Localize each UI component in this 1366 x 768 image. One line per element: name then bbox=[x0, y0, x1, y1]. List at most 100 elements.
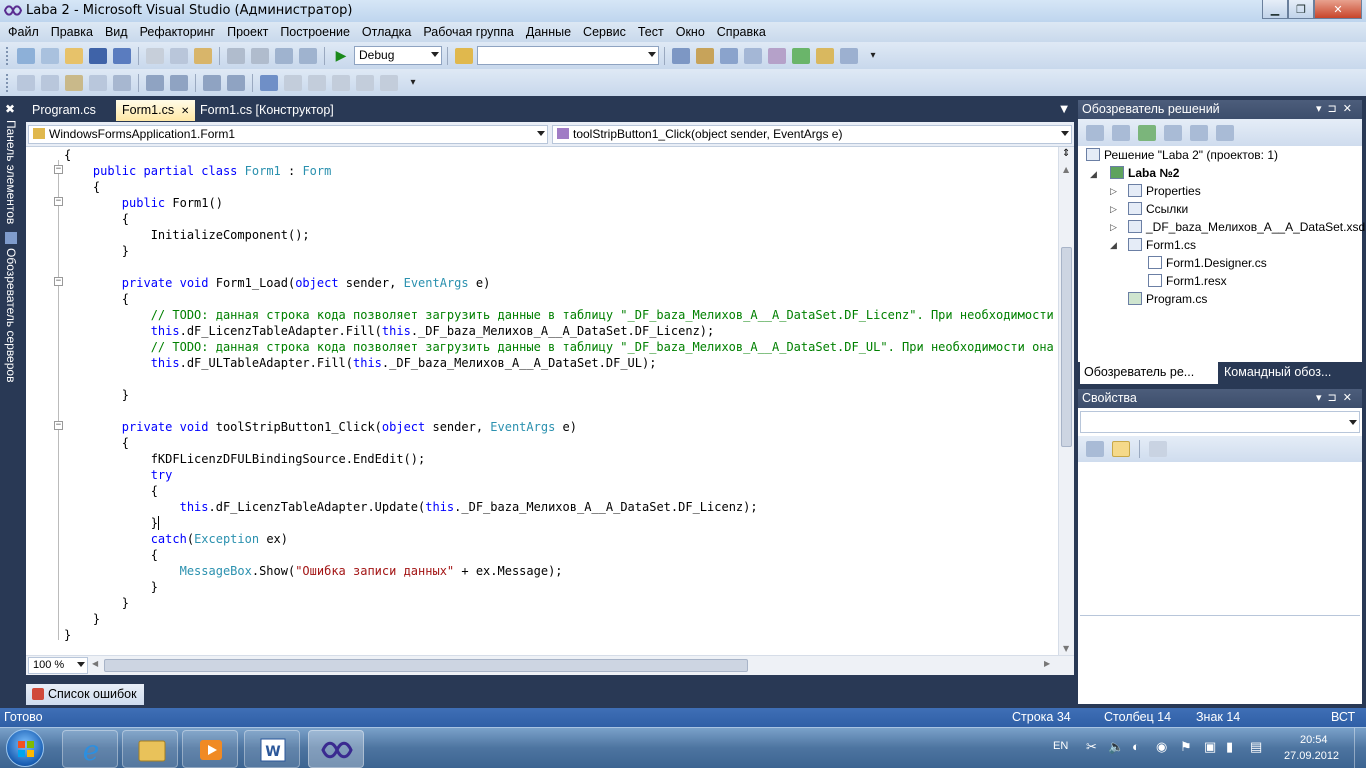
network-icon[interactable]: ◉ bbox=[1156, 739, 1167, 755]
visual-studio-taskbar-icon[interactable] bbox=[308, 730, 364, 768]
tab-list-dropdown-icon[interactable]: ▼ bbox=[1060, 104, 1068, 115]
member-dropdown[interactable]: toolStripButton1_Click(object sender, Ev… bbox=[552, 125, 1072, 144]
device-icon[interactable]: ▣ bbox=[1204, 739, 1216, 755]
decrease-indent-icon[interactable] bbox=[146, 74, 164, 91]
tray-tool-icon[interactable]: ✂ bbox=[1086, 739, 1097, 755]
toolbox-tab-icon[interactable]: ✖ bbox=[5, 102, 15, 116]
start-page-icon[interactable] bbox=[792, 47, 810, 64]
object-browser-icon[interactable] bbox=[720, 47, 738, 64]
server-explorer-tab-icon[interactable] bbox=[5, 232, 17, 244]
error-list-tab[interactable]: Список ошибок bbox=[26, 684, 144, 705]
toolbar-grip[interactable] bbox=[6, 73, 9, 92]
new-project-icon[interactable] bbox=[17, 47, 35, 64]
properties-window-icon[interactable] bbox=[696, 47, 714, 64]
view-designer-icon[interactable] bbox=[1190, 124, 1208, 141]
save-icon[interactable] bbox=[89, 47, 107, 64]
tree-item-program-cs[interactable]: Program.cs bbox=[1128, 292, 1207, 306]
close-tab-icon[interactable]: ✕ bbox=[181, 106, 189, 117]
class-diagram-icon[interactable] bbox=[1216, 124, 1234, 141]
next-bookmark-folder-icon[interactable] bbox=[356, 74, 374, 91]
previous-bookmark-folder-icon[interactable] bbox=[332, 74, 350, 91]
zoom-select[interactable]: 100 % bbox=[28, 657, 88, 674]
start-debugging-icon[interactable]: ▶ bbox=[332, 48, 350, 64]
extension-icon[interactable] bbox=[816, 47, 834, 64]
toolbox-tab[interactable]: Панель элементов bbox=[4, 120, 18, 224]
uncomment-lines-icon[interactable] bbox=[227, 74, 245, 91]
collapsed-arrow-icon[interactable]: ▷ bbox=[1110, 205, 1117, 215]
tree-item-references[interactable]: Ссылки bbox=[1128, 202, 1188, 216]
language-indicator[interactable]: EN bbox=[1053, 740, 1068, 752]
refresh-icon[interactable] bbox=[1138, 124, 1156, 141]
find-combo[interactable] bbox=[477, 46, 659, 65]
redo-icon[interactable] bbox=[251, 47, 269, 64]
parameter-info-icon[interactable] bbox=[41, 74, 59, 91]
vertical-scroll-thumb[interactable] bbox=[1061, 247, 1072, 447]
next-bookmark-icon[interactable] bbox=[308, 74, 326, 91]
object-select[interactable] bbox=[1080, 411, 1360, 433]
property-pages-icon[interactable] bbox=[1149, 441, 1167, 457]
tree-project[interactable]: Laba №2 bbox=[1110, 166, 1179, 180]
undo-icon[interactable] bbox=[227, 47, 245, 64]
tree-item-form1-resx[interactable]: Form1.resx bbox=[1148, 274, 1227, 288]
toolbar-options-icon[interactable]: ▾ bbox=[404, 75, 422, 91]
menu-file[interactable]: Файл bbox=[2, 25, 45, 39]
menu-build[interactable]: Построение bbox=[274, 25, 356, 39]
object-members-icon[interactable] bbox=[17, 74, 35, 91]
open-file-icon[interactable] bbox=[65, 47, 83, 64]
menu-team[interactable]: Рабочая группа bbox=[417, 25, 520, 39]
menu-debug[interactable]: Отладка bbox=[356, 25, 417, 39]
server-explorer-tab[interactable]: Обозреватель серверов bbox=[4, 248, 18, 382]
signal-icon[interactable]: ▮ bbox=[1226, 739, 1233, 755]
tab-program-cs[interactable]: Program.cs bbox=[26, 100, 102, 121]
tools-icon[interactable] bbox=[768, 47, 786, 64]
menu-help[interactable]: Справка bbox=[711, 25, 772, 39]
menu-project[interactable]: Проект bbox=[221, 25, 274, 39]
increase-indent-icon[interactable] bbox=[170, 74, 188, 91]
expanded-arrow-icon[interactable]: ◢ bbox=[1090, 170, 1097, 180]
copy-icon[interactable] bbox=[170, 47, 188, 64]
collapse-region-icon[interactable]: − bbox=[54, 165, 63, 174]
alphabetical-icon[interactable] bbox=[1112, 441, 1130, 457]
menu-view[interactable]: Вид bbox=[99, 25, 134, 39]
toolbar-options-icon[interactable]: ▾ bbox=[864, 48, 882, 64]
collapsed-arrow-icon[interactable]: ▷ bbox=[1110, 187, 1117, 197]
tree-solution[interactable]: Решение "Laba 2" (проектов: 1) bbox=[1086, 148, 1278, 162]
close-window-button[interactable]: ✕ bbox=[1314, 0, 1362, 19]
split-icon[interactable]: ⇕ bbox=[1062, 148, 1070, 159]
action-center-flag-icon[interactable]: ⚑ bbox=[1180, 739, 1192, 755]
find-in-files-icon[interactable] bbox=[455, 47, 473, 64]
tree-item-form1-designer[interactable]: Form1.Designer.cs bbox=[1148, 256, 1267, 270]
comment-lines-icon[interactable] bbox=[203, 74, 221, 91]
menu-data[interactable]: Данные bbox=[520, 25, 577, 39]
navigate-forward-icon[interactable] bbox=[299, 47, 317, 64]
menu-window[interactable]: Окно bbox=[670, 25, 711, 39]
tree-item-form1-cs[interactable]: Form1.cs bbox=[1128, 238, 1196, 252]
horizontal-scroll-thumb[interactable] bbox=[104, 659, 748, 672]
quick-info-icon[interactable] bbox=[65, 74, 83, 91]
scroll-right-icon[interactable]: ▶ bbox=[1044, 659, 1050, 668]
tree-item-dataset[interactable]: _DF_baza_Мелихов_А__А_DataSet.xsd bbox=[1128, 220, 1365, 234]
collapse-region-icon[interactable]: − bbox=[54, 421, 63, 430]
toggle-bookmark-icon[interactable] bbox=[260, 74, 278, 91]
properties-icon[interactable] bbox=[1086, 124, 1104, 141]
start-button[interactable] bbox=[6, 729, 44, 767]
save-all-icon[interactable] bbox=[113, 47, 131, 64]
clear-bookmarks-icon[interactable] bbox=[380, 74, 398, 91]
explorer-taskbar-icon[interactable] bbox=[122, 730, 178, 768]
tree-item-properties[interactable]: Properties bbox=[1128, 184, 1201, 198]
expanded-arrow-icon[interactable]: ◢ bbox=[1110, 241, 1117, 251]
previous-bookmark-icon[interactable] bbox=[284, 74, 302, 91]
menu-tools[interactable]: Сервис bbox=[577, 25, 632, 39]
paste-icon[interactable] bbox=[194, 47, 212, 64]
solution-explorer-icon[interactable] bbox=[672, 47, 690, 64]
tab-solution-explorer[interactable]: Обозреватель ре... bbox=[1080, 362, 1218, 384]
command-window-icon[interactable] bbox=[840, 47, 858, 64]
panel-controls[interactable]: ▾⊐✕ bbox=[1316, 102, 1358, 115]
internet-explorer-taskbar-icon[interactable]: e bbox=[62, 730, 118, 768]
collapse-region-icon[interactable]: − bbox=[54, 277, 63, 286]
navigate-backward-icon[interactable] bbox=[275, 47, 293, 64]
menu-refactor[interactable]: Рефакторинг bbox=[134, 25, 222, 39]
collapse-region-icon[interactable]: − bbox=[54, 197, 63, 206]
vertical-scrollbar[interactable]: ⇕ ▲ ▼ bbox=[1058, 147, 1074, 655]
power-icon[interactable]: ▤ bbox=[1250, 739, 1262, 755]
